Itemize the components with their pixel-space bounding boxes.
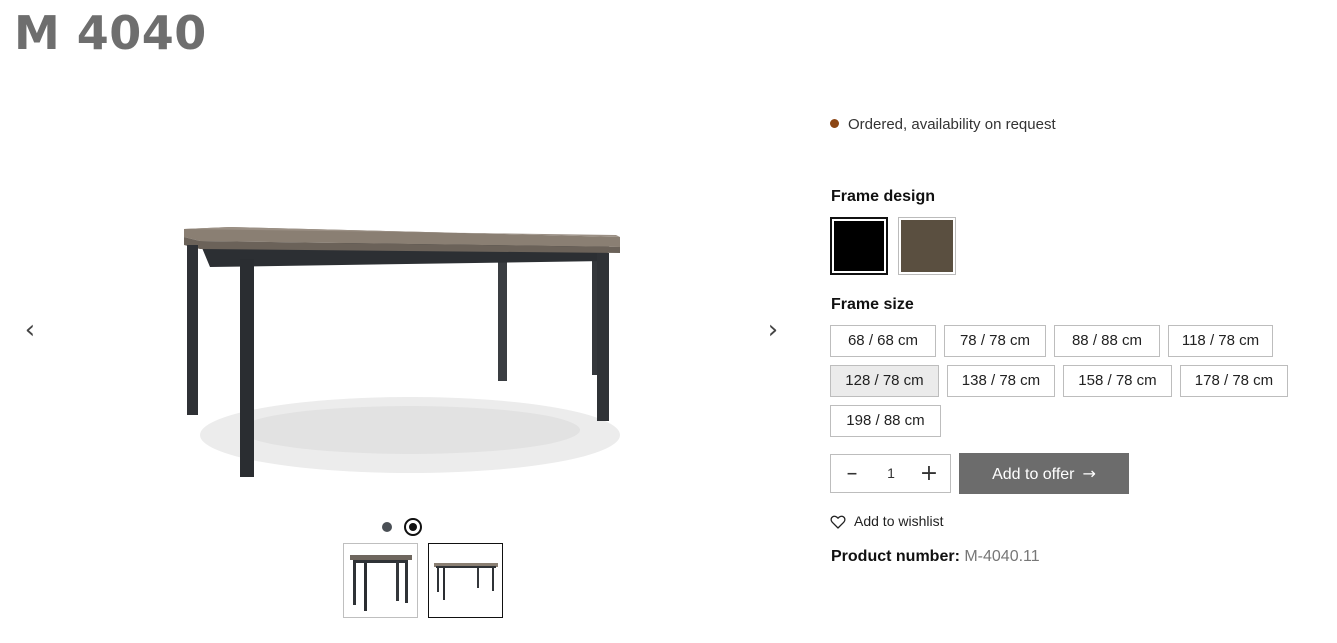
availability-text: Ordered, availability on request bbox=[848, 116, 1056, 133]
size-option-selected[interactable]: 128 / 78 cm bbox=[830, 365, 939, 397]
thumbnail-2[interactable] bbox=[428, 543, 503, 618]
frame-color-brown-swatch[interactable] bbox=[898, 217, 956, 275]
chevron-left-icon[interactable]: ‹ bbox=[18, 317, 42, 343]
quantity-value[interactable]: 1 bbox=[875, 455, 907, 492]
minus-icon[interactable]: – bbox=[833, 455, 871, 492]
product-title: M 4040 bbox=[14, 6, 207, 60]
frame-size-label: Frame size bbox=[831, 296, 914, 313]
size-option[interactable]: 68 / 68 cm bbox=[830, 325, 936, 357]
wishlist-label: Add to wishlist bbox=[854, 513, 944, 529]
plus-icon[interactable]: + bbox=[910, 455, 948, 492]
availability-status: Ordered, availability on request bbox=[830, 116, 1056, 133]
size-option[interactable]: 198 / 88 cm bbox=[830, 405, 941, 437]
add-to-offer-label: Add to offer bbox=[992, 466, 1075, 483]
chevron-right-icon[interactable]: › bbox=[761, 317, 785, 343]
heart-icon bbox=[830, 515, 846, 529]
quantity-stepper: – 1 + bbox=[830, 454, 951, 493]
frame-design-label: Frame design bbox=[831, 188, 936, 205]
carousel-dot[interactable] bbox=[382, 522, 392, 532]
size-option[interactable]: 78 / 78 cm bbox=[944, 325, 1046, 357]
size-option[interactable]: 88 / 88 cm bbox=[1054, 325, 1160, 357]
product-number: Product number: M-4040.11 bbox=[831, 548, 1040, 566]
product-main-image bbox=[184, 227, 620, 477]
add-to-wishlist-link[interactable]: Add to wishlist bbox=[830, 513, 943, 529]
size-option[interactable]: 118 / 78 cm bbox=[1168, 325, 1273, 357]
add-to-offer-button[interactable]: Add to offer → bbox=[959, 453, 1129, 494]
frame-color-black-swatch[interactable] bbox=[830, 217, 888, 275]
arrow-right-icon: → bbox=[1082, 464, 1096, 483]
thumbnail-1[interactable] bbox=[343, 543, 418, 618]
availability-dot bbox=[830, 119, 839, 128]
size-option[interactable]: 138 / 78 cm bbox=[947, 365, 1055, 397]
product-number-label: Product number: bbox=[831, 548, 960, 565]
carousel-dot-active[interactable] bbox=[404, 518, 422, 536]
size-option[interactable]: 178 / 78 cm bbox=[1180, 365, 1288, 397]
size-option[interactable]: 158 / 78 cm bbox=[1063, 365, 1172, 397]
product-number-value: M-4040.11 bbox=[964, 548, 1040, 565]
